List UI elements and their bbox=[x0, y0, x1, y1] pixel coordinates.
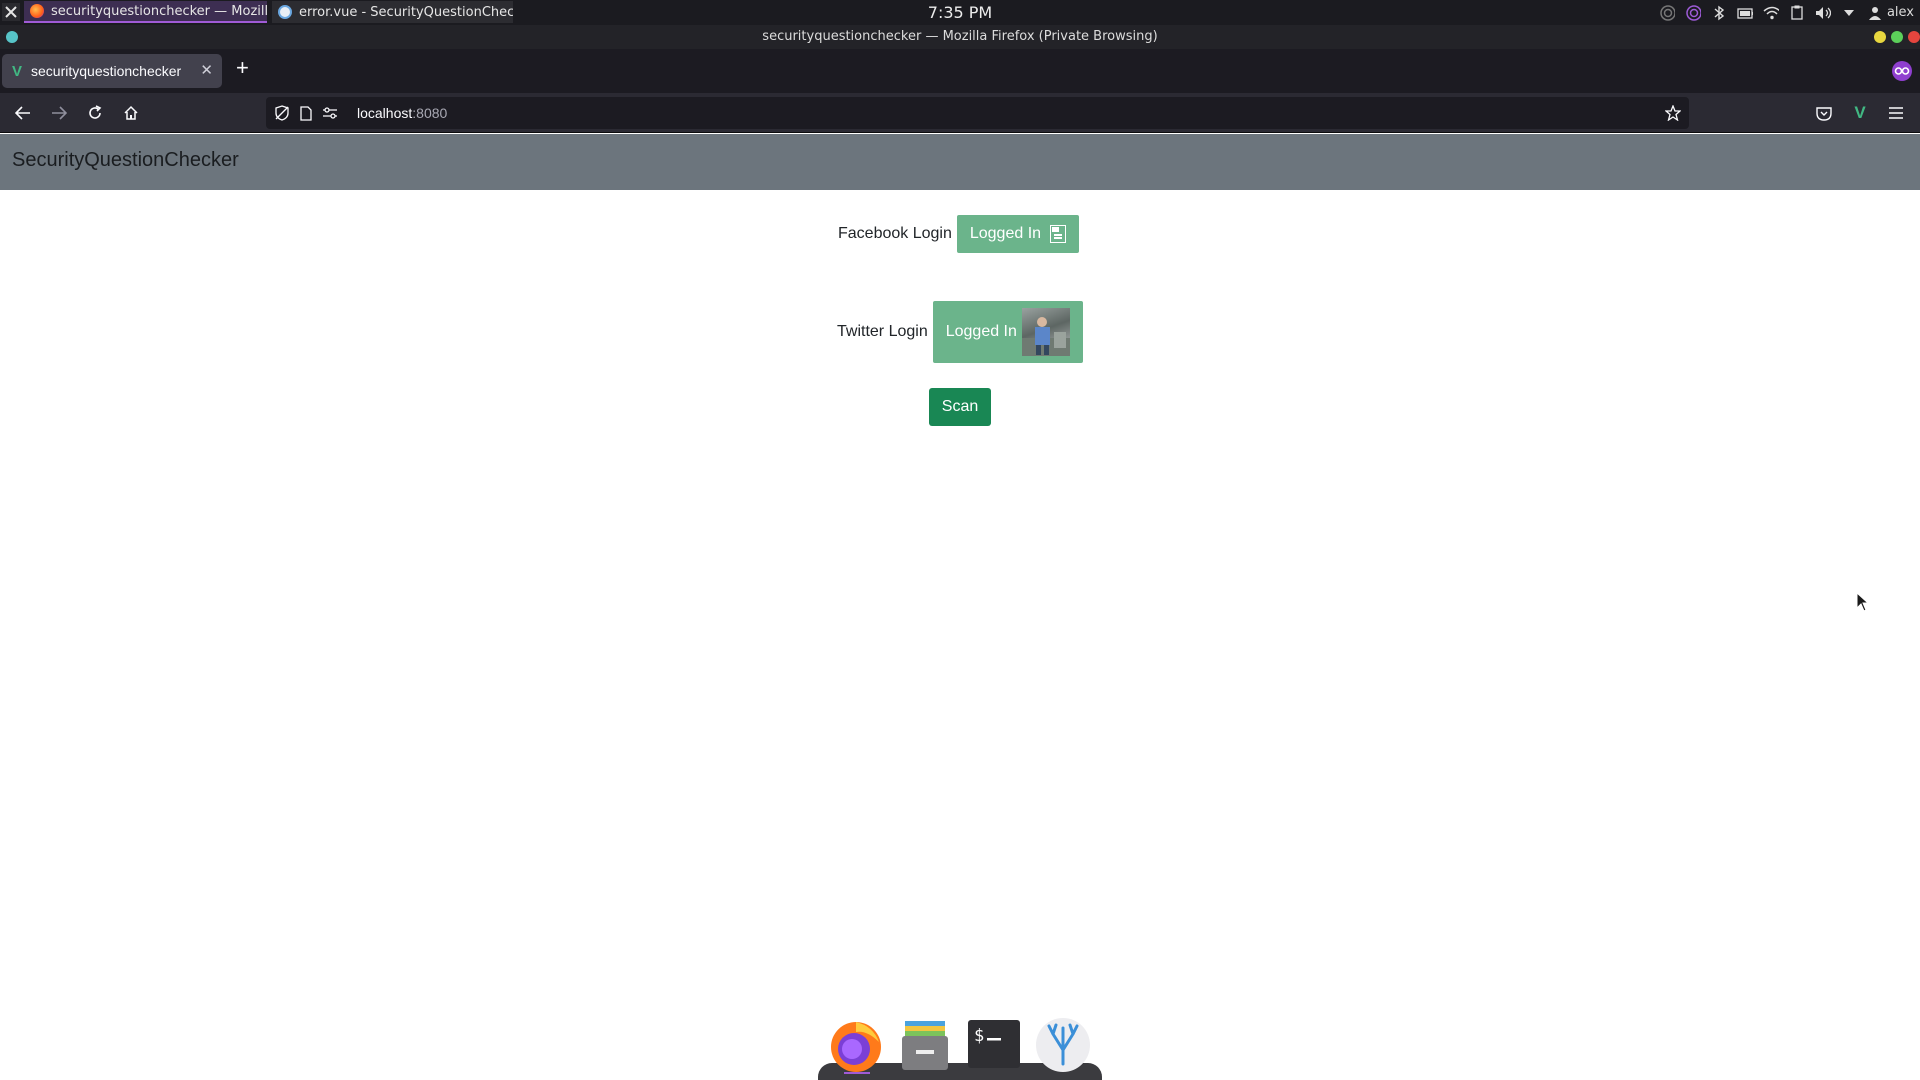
dock-vscodium-icon[interactable] bbox=[1034, 1016, 1092, 1074]
bluetooth-icon[interactable] bbox=[1711, 5, 1727, 21]
vue-logo-icon: V bbox=[12, 62, 23, 80]
url-port: :8080 bbox=[412, 105, 448, 121]
reload-button[interactable] bbox=[81, 99, 109, 127]
dock-files-icon[interactable] bbox=[896, 1016, 954, 1074]
page-info-icon[interactable] bbox=[298, 105, 314, 121]
twitter-login-row: Twitter Login Logged In bbox=[837, 301, 1083, 363]
browser-tab-strip: V securityquestionchecker ✕ + bbox=[0, 49, 1920, 93]
dropdown-arrow-icon[interactable] bbox=[1841, 5, 1857, 21]
twitter-status-label: Logged In bbox=[945, 323, 1017, 340]
facebook-profile-image bbox=[1050, 225, 1067, 243]
user-icon[interactable] bbox=[1867, 5, 1883, 21]
minimize-button[interactable] bbox=[1874, 31, 1886, 43]
bookmark-star-icon[interactable] bbox=[1665, 105, 1681, 121]
dock-firefox-icon[interactable] bbox=[827, 1016, 885, 1074]
app-navbar: SecurityQuestionChecker bbox=[0, 134, 1920, 190]
forward-button[interactable] bbox=[45, 99, 73, 127]
facebook-login-row: Facebook Login Logged In bbox=[838, 215, 1080, 253]
navigation-toolbar: localhost:8080 V bbox=[0, 93, 1920, 133]
twitter-logged-in-button[interactable]: Logged In bbox=[932, 301, 1083, 363]
dock-terminal-icon[interactable]: $ bbox=[965, 1016, 1023, 1074]
username[interactable]: alex bbox=[1887, 5, 1914, 20]
facebook-logged-in-button[interactable]: Logged In bbox=[956, 215, 1080, 253]
window-title-bar: securityquestionchecker — Mozilla Firefo… bbox=[0, 25, 1920, 49]
volume-icon[interactable] bbox=[1815, 5, 1831, 21]
url-bar[interactable]: localhost:8080 bbox=[266, 97, 1689, 129]
private-browsing-icon bbox=[1892, 61, 1912, 81]
new-tab-button[interactable]: + bbox=[236, 57, 249, 79]
system-top-bar: securityquestionchecker — Mozill... erro… bbox=[0, 0, 1920, 25]
wifi-icon[interactable] bbox=[1763, 5, 1779, 21]
maximize-button[interactable] bbox=[1891, 31, 1903, 43]
twitter-avatar bbox=[1021, 308, 1070, 356]
app-brand[interactable]: SecurityQuestionChecker bbox=[12, 149, 239, 172]
close-tab-icon[interactable]: ✕ bbox=[200, 61, 213, 79]
facebook-status-label: Logged In bbox=[969, 225, 1042, 242]
clipboard-icon[interactable] bbox=[1789, 5, 1805, 21]
window-title: securityquestionchecker — Mozilla Firefo… bbox=[762, 29, 1158, 44]
twitter-login-label: Twitter Login bbox=[837, 323, 928, 340]
url-text[interactable]: localhost:8080 bbox=[357, 105, 447, 121]
screen-recorder-icon[interactable] bbox=[1685, 4, 1701, 21]
tab-securityquestionchecker[interactable]: V securityquestionchecker ✕ bbox=[2, 54, 222, 88]
clock[interactable]: 7:35 PM bbox=[0, 3, 1920, 22]
vue-devtools-icon[interactable]: V bbox=[1846, 99, 1874, 127]
battery-icon[interactable] bbox=[1737, 5, 1753, 21]
facebook-login-label: Facebook Login bbox=[838, 225, 952, 242]
svg-text:$: $ bbox=[974, 1026, 984, 1046]
url-host: localhost bbox=[357, 105, 413, 121]
tab-title: securityquestionchecker bbox=[31, 63, 182, 79]
menu-icon[interactable] bbox=[1882, 99, 1910, 127]
close-button[interactable] bbox=[1908, 31, 1920, 43]
activity-ring-icon[interactable] bbox=[1659, 4, 1675, 21]
scan-button[interactable]: Scan bbox=[929, 388, 991, 426]
permissions-icon[interactable] bbox=[322, 105, 338, 121]
mouse-cursor-icon bbox=[1856, 592, 1870, 612]
tracking-protection-icon[interactable] bbox=[274, 105, 290, 121]
pocket-icon[interactable] bbox=[1810, 99, 1838, 127]
back-button[interactable] bbox=[9, 99, 37, 127]
system-tray: alex bbox=[1659, 0, 1914, 25]
home-button[interactable] bbox=[117, 99, 145, 127]
